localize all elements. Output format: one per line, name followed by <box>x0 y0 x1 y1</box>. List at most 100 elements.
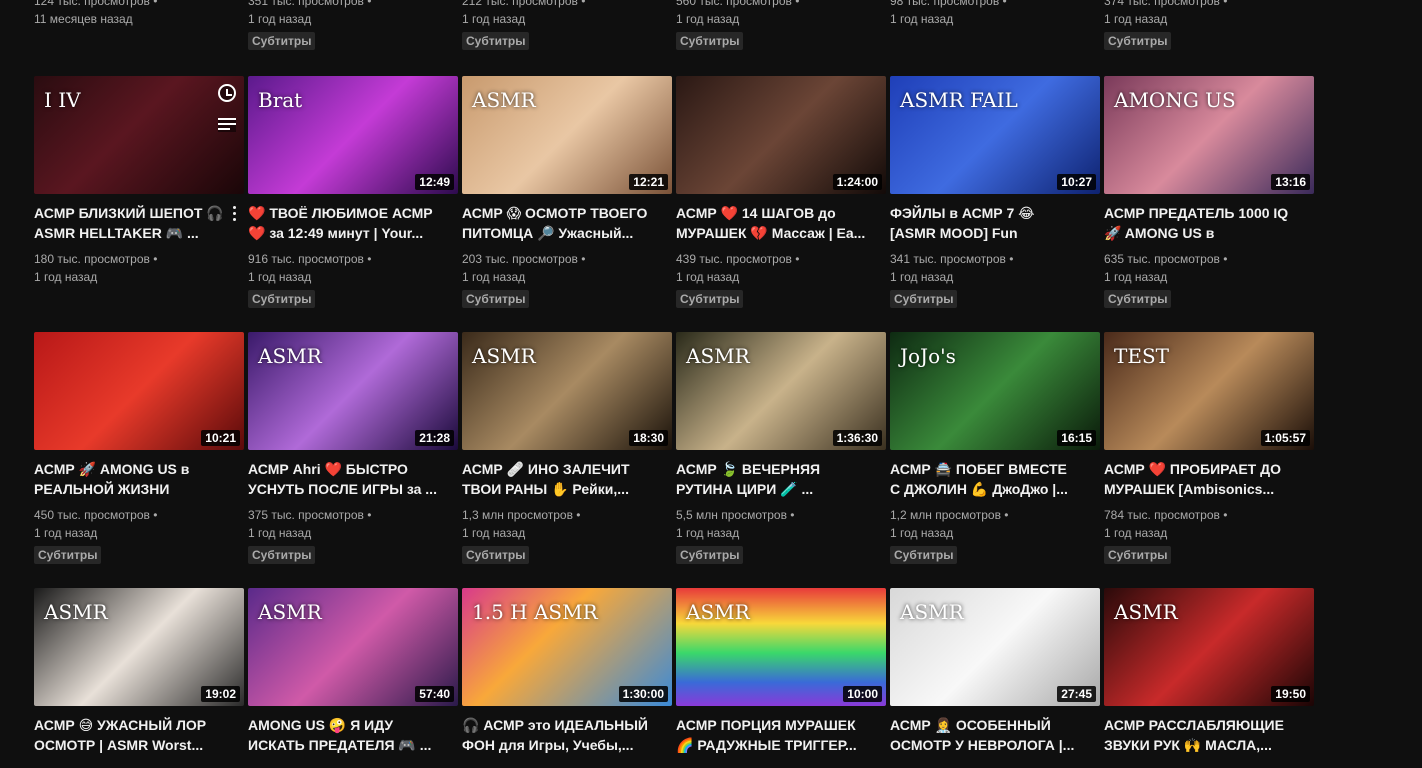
video-title[interactable]: ФЭЙЛЫ в АСМР 7 😂 [ASMR MOOD] Fun moments <box>890 203 1080 243</box>
video-duration: 1:05:57 <box>1260 430 1310 446</box>
video-thumbnail[interactable]: ASMR 12:21 <box>462 76 672 194</box>
video-thumbnail[interactable]: AMONG US 13:16 <box>1104 76 1314 194</box>
thumbnail-overlay-text: ASMR <box>686 344 750 368</box>
video-thumbnail[interactable]: ASMR 21:28 <box>248 332 458 450</box>
video-duration: 19:50 <box>1271 686 1310 702</box>
video-card[interactable]: ASMR 19:50 АСМР РАССЛАБЛЯЮЩИЕ ЗВУКИ РУК 🙌 … <box>1104 588 1314 755</box>
upload-age: 1 год назад <box>676 526 740 540</box>
view-count: 341 тыс. просмотров • <box>890 252 1014 266</box>
video-card[interactable]: ASMR FAIL 10:27 ФЭЙЛЫ в АСМР 7 😂 [ASMR MOO… <box>890 76 1100 308</box>
upload-age: 1 год назад <box>462 12 526 26</box>
video-card[interactable]: I IV АСМР БЛИЗКИЙ ШЕПОТ 🎧 ASMR HELLTAKER … <box>34 76 244 286</box>
thumbnail-overlay-text: 1.5 H ASMR <box>472 600 598 624</box>
video-card[interactable]: AMONG US 13:16 АСМР ПРЕДАТЕЛЬ 1000 IQ 🚀 AM… <box>1104 76 1314 308</box>
video-title[interactable]: АСМР 🚔 ПОБЕГ ВМЕСТЕ С ДЖОЛИН 💪 ДжоДжо |.… <box>890 459 1080 499</box>
subtitles-badge: Субтитры <box>676 290 744 308</box>
video-card[interactable]: ASMR 12:21 АСМР 😱 ОСМОТР ТВОЕГО ПИТОМЦА 🔎 … <box>462 76 672 308</box>
view-count: 784 тыс. просмотров • <box>1104 508 1228 522</box>
video-card[interactable]: JoJo's 16:15 АСМР 🚔 ПОБЕГ ВМЕСТЕ С ДЖОЛИН … <box>890 332 1100 564</box>
watch-later-icon[interactable] <box>218 84 236 102</box>
video-duration: 13:16 <box>1271 174 1310 190</box>
video-card[interactable]: TEST 1:05:57 АСМР ❤️ ПРОБИРАЕТ ДО МУРАШЕК … <box>1104 332 1314 564</box>
video-duration: 19:02 <box>201 686 240 702</box>
thumbnail-overlay-text: ASMR <box>1114 600 1178 624</box>
video-duration: 18:30 <box>629 430 668 446</box>
video-card[interactable]: ASMR 57:40 AMONG US 🤪 Я ИДУ ИСКАТЬ ПРЕДАТЕ… <box>248 588 458 755</box>
video-thumbnail[interactable]: 1.5 H ASMR 1:30:00 <box>462 588 672 706</box>
thumbnail-overlay-text: Brat <box>258 88 303 112</box>
subtitles-badge: Субтитры <box>248 546 316 564</box>
video-thumbnail[interactable]: 1:24:00 <box>676 76 886 194</box>
upload-age: 1 год назад <box>676 270 740 284</box>
more-actions-icon[interactable] <box>226 204 242 224</box>
thumbnail-overlay-text: JoJo's <box>900 344 956 368</box>
subtitles-badge: Субтитры <box>676 546 744 564</box>
subtitles-badge: Субтитры <box>890 290 958 308</box>
video-thumbnail[interactable]: ASMR 1:36:30 <box>676 332 886 450</box>
video-title[interactable]: 🎧 АСМР это ИДЕАЛЬНЫЙ ФОН для Игры, Учебы… <box>462 715 652 755</box>
video-duration: 10:27 <box>1057 174 1096 190</box>
video-title[interactable]: ❤️ ТВОЁ ЛЮБИМОЕ АСМР ❤️ за 12:49 минут |… <box>248 203 438 243</box>
video-title[interactable]: АСМР 👩‍⚕️ ОСОБЕННЫЙ ОСМОТР У НЕВРОЛОГА |… <box>890 715 1080 755</box>
upload-age: 1 год назад <box>248 12 312 26</box>
video-card[interactable]: 1:24:00 АСМР ❤️ 14 ШАГОВ до МУРАШЕК 💔 Мас… <box>676 76 886 308</box>
video-thumbnail[interactable]: ASMR 19:02 <box>34 588 244 706</box>
video-card[interactable]: 10:21 АСМР 🚀 AMONG US в РЕАЛЬНОЙ ЖИЗНИ [+… <box>34 332 244 564</box>
video-thumbnail[interactable]: ASMR 10:00 <box>676 588 886 706</box>
video-title[interactable]: АСМР БЛИЗКИЙ ШЕПОТ 🎧 ASMR HELLTAKER 🎮 ..… <box>34 203 224 243</box>
view-count: 203 тыс. просмотров • <box>462 252 586 266</box>
video-card[interactable]: ASMR 19:02 АСМР 😅 УЖАСНЫЙ ЛОР ОСМОТР | ASM… <box>34 588 244 755</box>
video-card[interactable]: ASMR 18:30 АСМР 🩹 ИНО ЗАЛЕЧИТ ТВОИ РАНЫ ✋ … <box>462 332 672 564</box>
video-title[interactable]: АСМР РАССЛАБЛЯЮЩИЕ ЗВУКИ РУК 🙌 МАСЛА,... <box>1104 715 1294 755</box>
video-card[interactable]: ASMR 21:28 АСМР Ahri ❤️ БЫСТРО УСНУТЬ ПОСЛ… <box>248 332 458 564</box>
thumbnail-overlay-text: ASMR <box>44 600 108 624</box>
video-thumbnail[interactable]: Brat 12:49 <box>248 76 458 194</box>
view-count: 439 тыс. просмотров • <box>676 252 800 266</box>
upload-age: 1 год назад <box>34 270 98 284</box>
video-title[interactable]: АСМР ❤️ ПРОБИРАЕТ ДО МУРАШЕК [Ambisonics… <box>1104 459 1294 499</box>
video-card[interactable]: 1.5 H ASMR 1:30:00 🎧 АСМР это ИДЕАЛЬНЫЙ ФО… <box>462 588 672 755</box>
video-thumbnail[interactable]: ASMR 57:40 <box>248 588 458 706</box>
video-duration: 1:36:30 <box>832 430 882 446</box>
subtitles-badge: Субтитры <box>1104 290 1172 308</box>
view-count: 180 тыс. просмотров • <box>34 252 158 266</box>
thumbnail-overlay-text: TEST <box>1114 344 1169 368</box>
video-thumbnail[interactable]: ASMR FAIL 10:27 <box>890 76 1100 194</box>
subtitles-badge: Субтитры <box>462 290 530 308</box>
video-title[interactable]: АСМР ПОРЦИЯ МУРАШЕК 🌈 РАДУЖНЫЕ ТРИГГЕР..… <box>676 715 866 755</box>
video-card[interactable]: ASMR 27:45 АСМР 👩‍⚕️ ОСОБЕННЫЙ ОСМОТР У НЕ… <box>890 588 1100 755</box>
video-thumbnail[interactable]: JoJo's 16:15 <box>890 332 1100 450</box>
upload-age: 11 месяцев назад <box>34 12 133 26</box>
upload-age: 1 год назад <box>1104 12 1168 26</box>
video-thumbnail[interactable]: TEST 1:05:57 <box>1104 332 1314 450</box>
view-count: 916 тыс. просмотров • <box>248 252 372 266</box>
video-card-partial: 560 тыс. просмотров • 1 год назад Субтитры <box>676 0 886 50</box>
video-card[interactable]: ASMR 10:00 АСМР ПОРЦИЯ МУРАШЕК 🌈 РАДУЖНЫЕ … <box>676 588 886 755</box>
video-thumbnail[interactable]: ASMR 18:30 <box>462 332 672 450</box>
video-thumbnail[interactable]: I IV <box>34 76 244 194</box>
video-card[interactable]: ASMR 1:36:30 АСМР 🍃 ВЕЧЕРНЯЯ РУТИНА ЦИРИ 🧪… <box>676 332 886 564</box>
video-title[interactable]: АСМР 🚀 AMONG US в РЕАЛЬНОЙ ЖИЗНИ [+Sub].… <box>34 459 224 499</box>
add-to-queue-icon[interactable] <box>218 118 236 132</box>
view-count: 374 тыс. просмотров • <box>1104 0 1228 8</box>
video-duration: 12:49 <box>415 174 454 190</box>
video-title[interactable]: АСМР Ahri ❤️ БЫСТРО УСНУТЬ ПОСЛЕ ИГРЫ за… <box>248 459 438 499</box>
video-thumbnail[interactable]: ASMR 19:50 <box>1104 588 1314 706</box>
video-title[interactable]: АСМР ❤️ 14 ШАГОВ до МУРАШЕК 💔 Массаж | E… <box>676 203 866 243</box>
thumbnail-overlay-text: ASMR <box>686 600 750 624</box>
video-thumbnail[interactable]: 10:21 <box>34 332 244 450</box>
subtitles-badge: Субтитры <box>1104 546 1172 564</box>
video-title[interactable]: АСМР 😅 УЖАСНЫЙ ЛОР ОСМОТР | ASMR Worst..… <box>34 715 224 755</box>
subtitles-badge: Субтитры <box>890 546 958 564</box>
video-thumbnail[interactable]: ASMR 27:45 <box>890 588 1100 706</box>
video-card[interactable]: Brat 12:49 ❤️ ТВОЁ ЛЮБИМОЕ АСМР ❤️ за 12:4… <box>248 76 458 308</box>
view-count: 450 тыс. просмотров • <box>34 508 158 522</box>
video-title[interactable]: АСМР 🍃 ВЕЧЕРНЯЯ РУТИНА ЦИРИ 🧪 ... <box>676 459 866 499</box>
video-title[interactable]: AMONG US 🤪 Я ИДУ ИСКАТЬ ПРЕДАТЕЛЯ 🎮 ... <box>248 715 438 755</box>
subtitles-badge: Субтитры <box>676 32 744 50</box>
video-title[interactable]: АСМР 🩹 ИНО ЗАЛЕЧИТ ТВОИ РАНЫ ✋ Рейки,... <box>462 459 652 499</box>
thumbnail-overlay-text: ASMR <box>258 600 322 624</box>
video-title[interactable]: АСМР 😱 ОСМОТР ТВОЕГО ПИТОМЦА 🔎 Ужасный..… <box>462 203 652 243</box>
upload-age: 1 год назад <box>462 526 526 540</box>
video-title[interactable]: АСМР ПРЕДАТЕЛЬ 1000 IQ 🚀 AMONG US в Реал… <box>1104 203 1294 243</box>
